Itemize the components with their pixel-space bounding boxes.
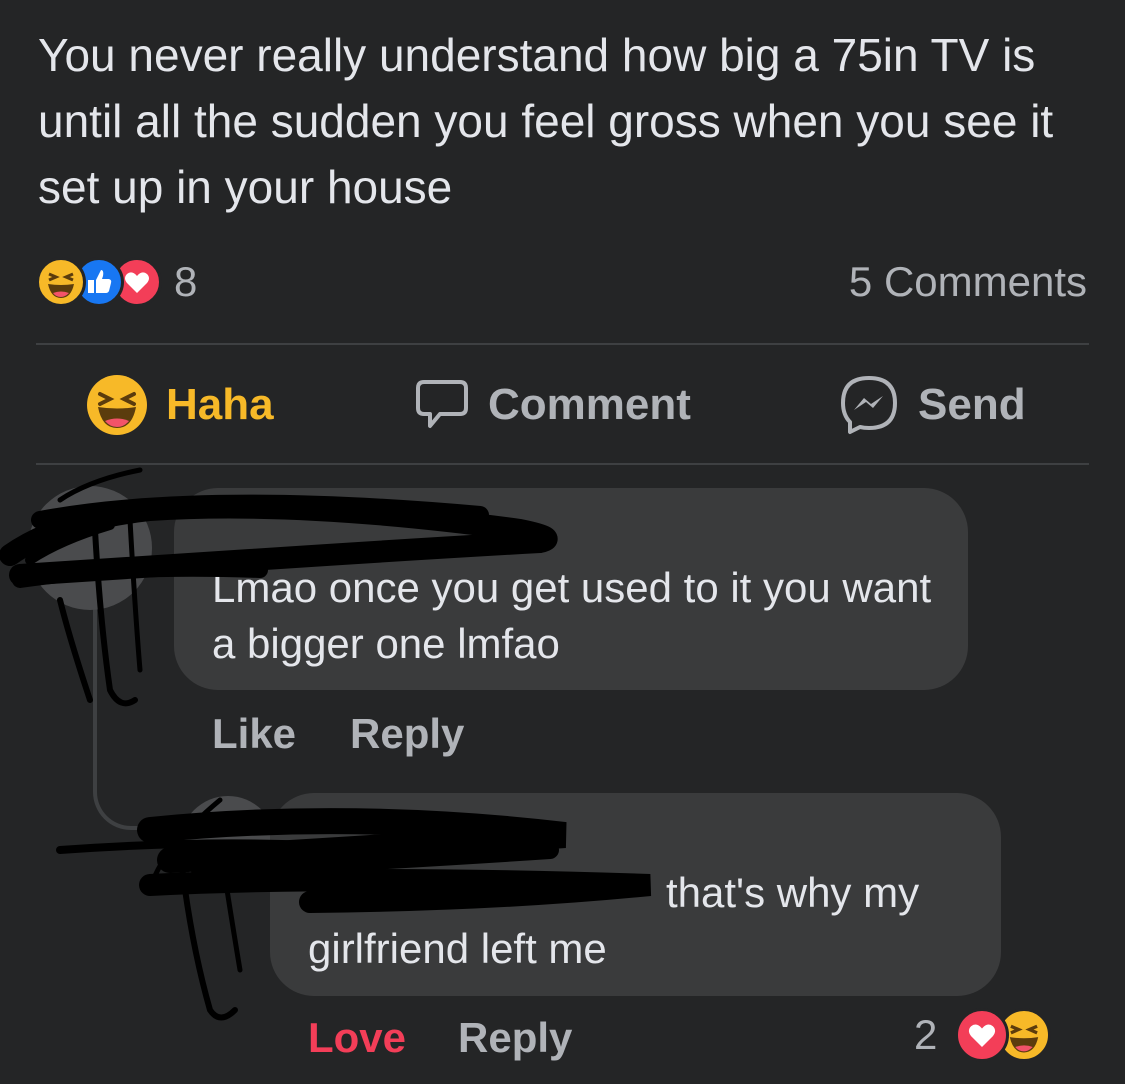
reply-reactions[interactable]: 2 bbox=[914, 1008, 1052, 1062]
action-bar: Haha Comment Send bbox=[36, 346, 1089, 464]
reply-text: that's why my girlfriend left me bbox=[308, 869, 920, 972]
haha-button[interactable]: Haha bbox=[86, 346, 274, 464]
reply-bubble: that's why my girlfriend left me bbox=[270, 793, 1001, 996]
reply-reaction-count: 2 bbox=[914, 1011, 938, 1058]
comment-bubble-icon bbox=[414, 378, 470, 432]
messenger-icon bbox=[838, 374, 900, 436]
send-label: Send bbox=[918, 380, 1026, 429]
send-button[interactable]: Send bbox=[838, 346, 1026, 464]
reply-comment-button[interactable]: Reply bbox=[350, 710, 464, 758]
commenter-avatar[interactable] bbox=[28, 486, 152, 610]
reply-button-2[interactable]: Reply bbox=[458, 1014, 572, 1062]
divider-top bbox=[36, 343, 1089, 345]
comments-count-link[interactable]: 5 Comments bbox=[849, 256, 1087, 308]
like-comment-button[interactable]: Like bbox=[212, 710, 296, 758]
love-icon bbox=[955, 1008, 1010, 1062]
comment-button[interactable]: Comment bbox=[414, 346, 691, 464]
haha-icon bbox=[36, 257, 86, 307]
haha-icon bbox=[86, 374, 148, 436]
haha-label: Haha bbox=[166, 380, 274, 429]
comment-text: Lmao once you get used to it you want a … bbox=[212, 564, 932, 667]
divider-bottom bbox=[36, 463, 1089, 465]
comment-bubble: Lmao once you get used to it you want a … bbox=[174, 488, 968, 690]
comment-label: Comment bbox=[488, 380, 691, 429]
replier-avatar[interactable] bbox=[180, 796, 276, 892]
reaction-count: 8 bbox=[174, 258, 198, 305]
post-text: You never really understand how big a 75… bbox=[38, 29, 1054, 213]
reactions-summary[interactable]: 8 bbox=[36, 256, 197, 308]
love-reaction-button[interactable]: Love bbox=[308, 1014, 406, 1062]
